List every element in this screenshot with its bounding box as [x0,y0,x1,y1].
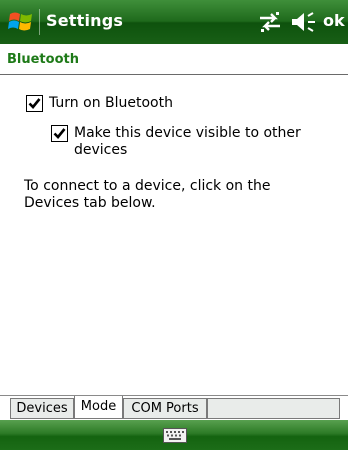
keyboard-icon[interactable] [163,428,187,443]
visible-device-option[interactable]: Make this device visible to other device… [51,125,321,159]
visible-device-checkbox[interactable] [51,125,68,142]
checkmark-icon [53,128,66,139]
turn-on-bluetooth-label[interactable]: Turn on Bluetooth [49,95,173,112]
checkmark-icon [28,98,41,109]
title-bar: Settings ok [0,0,348,44]
page-title: Bluetooth [7,52,79,67]
turn-on-bluetooth-option[interactable]: Turn on Bluetooth [26,95,173,112]
tab-strip-filler [207,398,340,419]
page-header: Bluetooth [0,44,348,75]
app-title: Settings [46,11,124,30]
tab-strip: Devices Mode COM Ports [0,395,348,421]
windows-flag-icon[interactable] [7,8,35,36]
softkey-bar [0,420,348,450]
ok-button[interactable]: ok [323,11,345,30]
title-separator [39,9,40,35]
turn-on-bluetooth-checkbox[interactable] [26,95,43,112]
tab-devices[interactable]: Devices [10,398,74,419]
connect-instructions: To connect to a device, click on the Dev… [24,178,271,211]
visible-device-label[interactable]: Make this device visible to other device… [74,125,314,159]
connectivity-arrows-icon[interactable] [258,11,282,33]
tab-mode[interactable]: Mode [74,396,123,419]
speaker-icon[interactable] [290,11,316,33]
tab-com-ports[interactable]: COM Ports [123,398,207,419]
